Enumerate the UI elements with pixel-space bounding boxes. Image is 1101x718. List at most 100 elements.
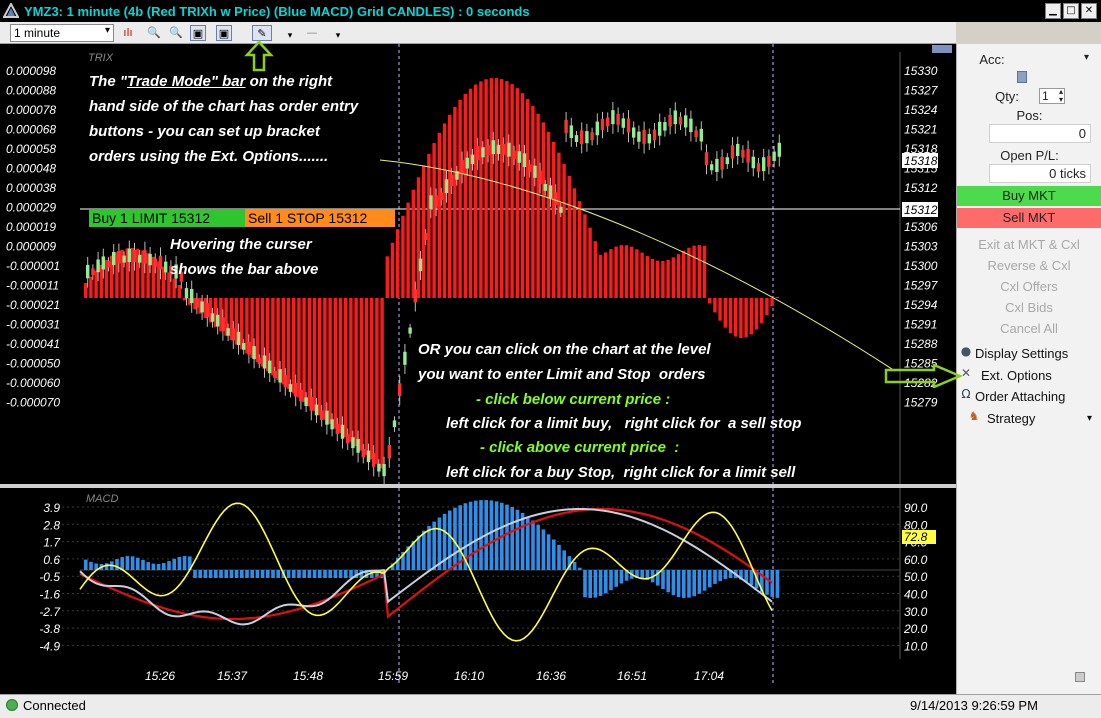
screen-icon[interactable]: ▣ (190, 25, 206, 41)
ext-options-item[interactable]: ✕ Ext. Options (957, 366, 1101, 386)
price-tick-label: 15324 (904, 103, 938, 117)
trix-bar (349, 298, 353, 442)
candle-body (762, 157, 766, 172)
candle-body (200, 301, 204, 313)
trix-bar (255, 298, 259, 363)
candle-body (538, 170, 542, 185)
macd-bar (193, 570, 197, 578)
strategy-item[interactable]: ♞ Strategy ▾ (957, 409, 1101, 429)
trix-bar (656, 260, 660, 298)
candle-body (122, 255, 126, 263)
draw-line-icon[interactable]: — (304, 25, 320, 41)
acc-dropdown-icon[interactable]: ▾ (1084, 52, 1089, 63)
cxl-bids-button[interactable]: Cxl Bids (957, 300, 1101, 315)
chart-area[interactable]: 0.000098 0.000088 0.000078 0.000068 0.000058… (0, 44, 956, 694)
macd-bar (515, 509, 520, 570)
candle-body (460, 159, 464, 174)
below-price-header: - click below current price : (476, 391, 671, 408)
macd-bar (203, 570, 208, 578)
trix-bar (338, 298, 343, 433)
macd-bar (214, 570, 218, 578)
trix-tick-label: 0.000088 (6, 84, 56, 98)
trade-mode-icon[interactable]: ✎ (252, 25, 272, 41)
stepper-arrows-icon[interactable]: ▴ ▾ (1059, 88, 1063, 104)
status-bar: Connected 9/14/2013 9:26:59 PM (0, 694, 1101, 718)
candle-body (574, 135, 579, 143)
trix-bar (266, 298, 270, 372)
buy-limit-order-bar[interactable]: Buy 1 LIMIT 15312 (89, 209, 245, 227)
candle-body (606, 117, 610, 127)
maximize-button[interactable]: □ (1063, 3, 1079, 19)
exit-mkt-button[interactable]: Exit at MKT & Cxl (957, 237, 1101, 252)
zoom-in-icon[interactable]: 🔍 (146, 25, 162, 41)
candle-body (335, 423, 339, 435)
macd-bar (541, 529, 546, 570)
trade-mode-note: The "Trade Mode" bar on the right (89, 69, 332, 94)
candle-body (153, 258, 157, 268)
resize-grip-icon[interactable] (1075, 672, 1085, 682)
qty-stepper[interactable]: 1 ▴ ▾ (1039, 88, 1065, 104)
macd-bar (312, 570, 317, 578)
display-settings-item[interactable]: ● Display Settings (957, 344, 1101, 364)
trix-bar (760, 298, 764, 323)
trix-bar (286, 298, 291, 389)
macd-bar (229, 570, 234, 578)
price-tick-label: 15312 (904, 181, 938, 195)
candle-body (127, 248, 131, 263)
macd-bar (292, 570, 296, 578)
candle-body (164, 261, 168, 273)
cancel-all-button[interactable]: Cancel All (957, 321, 1101, 336)
trix-tick-label: 0.000048 (6, 162, 56, 176)
candle-body (632, 127, 636, 138)
macd-bar (505, 504, 509, 570)
trix-bar (728, 298, 733, 334)
candle-body (299, 389, 303, 402)
trix-bar (437, 132, 441, 298)
bar-style-icon[interactable]: ılı (120, 25, 136, 41)
dropdown2-icon[interactable]: ▾ (330, 28, 346, 44)
cxl-offers-button[interactable]: Cxl Offers (957, 279, 1101, 294)
candle-body (642, 129, 646, 144)
trix-bar (401, 215, 405, 298)
osc-tick-label: 40.0 (904, 588, 928, 602)
macd-bar (593, 570, 598, 598)
macd-bar (604, 570, 608, 594)
trix-bar (640, 252, 644, 298)
macd-bar (572, 561, 577, 570)
trix-bar (344, 298, 348, 438)
reverse-button[interactable]: Reverse & Cxl (957, 258, 1101, 273)
strategy-dropdown-icon[interactable]: ▾ (1087, 409, 1092, 429)
trix-bar (364, 298, 369, 456)
close-button[interactable]: ✕ (1081, 3, 1097, 19)
macd-bar (208, 570, 213, 578)
macd-tick-label: 3.9 (43, 501, 60, 515)
osc-tick-label: 10.0 (904, 639, 928, 653)
timeframe-select[interactable]: 1 minute ▾ (10, 24, 114, 42)
macd-bar (344, 570, 348, 578)
buy-mkt-button[interactable]: Buy MKT (957, 186, 1101, 206)
candle-body (564, 119, 568, 133)
candle-body (309, 396, 313, 411)
macd-bar (234, 570, 239, 578)
candle-body (637, 131, 641, 142)
macd-tick-label: -1.6 (39, 588, 60, 602)
zoom-out-icon[interactable]: 🔍 (168, 25, 184, 41)
trix-bar (494, 78, 499, 298)
candle-body (216, 314, 220, 327)
sell-stop-order-bar[interactable]: Sell 1 STOP 15312 (245, 209, 395, 227)
order-attaching-item[interactable]: Ω Order Attaching (957, 387, 1101, 407)
macd-bar (682, 570, 686, 598)
minimize-button[interactable]: ▁ (1045, 3, 1061, 19)
dropdown-icon[interactable]: ▾ (282, 28, 298, 44)
macd-bar (260, 570, 265, 578)
macd-bar (520, 512, 525, 570)
candle-body (725, 157, 729, 165)
candle-body (304, 397, 308, 406)
trix-bar (422, 165, 426, 298)
candle-body (398, 383, 402, 396)
screen2-icon[interactable]: ▣ (216, 25, 232, 41)
trix-bar (505, 81, 509, 298)
candle-body (236, 331, 241, 346)
macd-bar (546, 534, 551, 570)
sell-mkt-button[interactable]: Sell MKT (957, 208, 1101, 228)
